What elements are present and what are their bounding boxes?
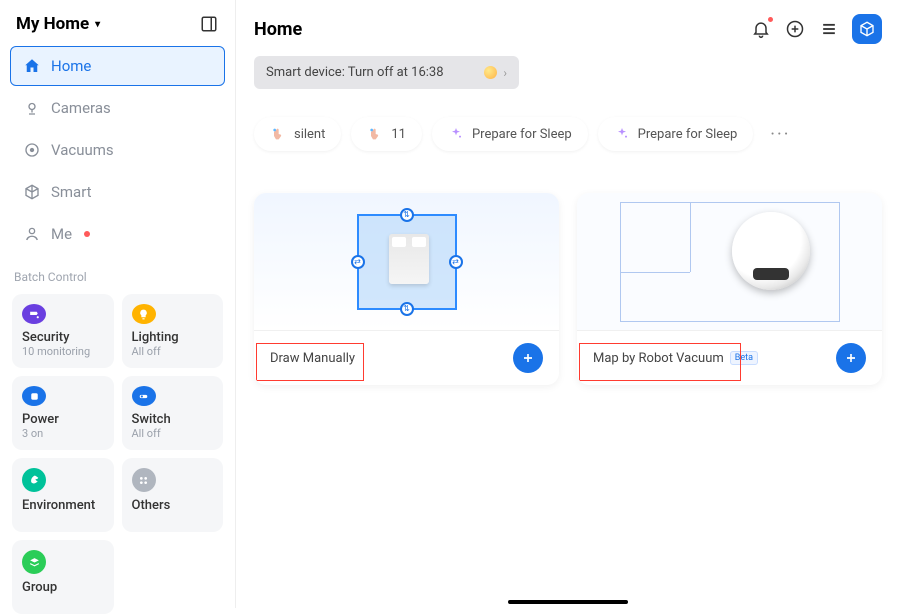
scene-pill-silent[interactable]: silent: [254, 117, 341, 151]
scene-pills: silent 11 Prepare for Sleep Prepare for …: [254, 117, 882, 151]
touch-icon: [270, 126, 286, 142]
add-map-button[interactable]: [836, 343, 866, 373]
card-title: Others: [132, 498, 214, 513]
scene-label: Prepare for Sleep: [472, 127, 572, 142]
resize-handle-bottom: ⇅: [400, 302, 414, 316]
draw-preview: ⇅ ⇅ ⇄ ⇄: [254, 193, 559, 330]
robot-vacuum-graphic: [732, 212, 810, 290]
map-preview: [577, 193, 882, 330]
panel-layout-icon[interactable]: [199, 14, 219, 34]
home-indicator: [508, 600, 628, 604]
home-icon: [23, 57, 41, 75]
add-draw-button[interactable]: [513, 343, 543, 373]
scene-label: 11: [391, 127, 406, 142]
resize-handle-left: ⇄: [351, 255, 365, 269]
sidebar-item-label: Home: [51, 57, 91, 75]
plug-icon: [22, 386, 46, 406]
banner-text: Smart device: Turn off at 16:38: [266, 65, 444, 80]
scene-pill-prepare-sleep-1[interactable]: Prepare for Sleep: [432, 117, 588, 151]
card-draw-manually[interactable]: ⇅ ⇅ ⇄ ⇄ Draw Manually: [254, 193, 559, 385]
notifications-icon[interactable]: [750, 18, 772, 40]
batch-control-label: Batch Control: [10, 270, 225, 294]
card-title: Power: [22, 412, 104, 427]
more-scenes-button[interactable]: ···: [763, 117, 797, 151]
home-title-text: My Home: [16, 14, 89, 34]
user-icon: [23, 225, 41, 243]
sidebar-item-smart[interactable]: Smart: [10, 172, 225, 212]
sidebar-item-label: Vacuums: [51, 141, 114, 159]
batch-card-environment[interactable]: Environment: [12, 458, 114, 532]
batch-card-lighting[interactable]: Lighting All off: [122, 294, 224, 368]
sparkle-icon: [448, 126, 464, 142]
grid-icon: [132, 468, 156, 492]
caret-down-icon: ▾: [95, 19, 100, 30]
3d-cube-button[interactable]: [852, 14, 882, 44]
sidebar-item-label: Smart: [51, 183, 92, 201]
layers-icon: [22, 550, 46, 574]
sidebar-item-home[interactable]: Home: [10, 46, 225, 86]
card-map-robot[interactable]: Map by Robot Vacuum Beta: [577, 193, 882, 385]
list-icon[interactable]: [818, 18, 840, 40]
batch-card-others[interactable]: Others: [122, 458, 224, 532]
card-title: Group: [22, 580, 104, 595]
sparkle-icon: [614, 126, 630, 142]
camera-fill-icon: [22, 304, 46, 324]
card-sub: All off: [132, 427, 214, 440]
card-title: Switch: [132, 412, 214, 427]
add-icon[interactable]: [784, 18, 806, 40]
smart-device-banner[interactable]: Smart device: Turn off at 16:38 ›: [254, 56, 519, 89]
bulb-icon: [132, 304, 156, 324]
sidebar-item-vacuums[interactable]: Vacuums: [10, 130, 225, 170]
batch-card-group[interactable]: Group: [12, 540, 114, 614]
beta-badge: Beta: [730, 351, 758, 365]
card-label: Draw Manually: [270, 351, 355, 366]
card-title: Security: [22, 330, 104, 345]
batch-grid: Security 10 monitoring Lighting All off …: [10, 294, 225, 614]
sidebar-item-cameras[interactable]: Cameras: [10, 88, 225, 128]
chevron-right-icon: ›: [503, 66, 507, 80]
vacuum-icon: [23, 141, 41, 159]
touch-icon: [367, 126, 383, 142]
sun-icon: [484, 66, 497, 79]
resize-handle-right: ⇄: [449, 255, 463, 269]
card-sub: All off: [132, 345, 214, 358]
home-dropdown[interactable]: My Home ▾: [16, 14, 100, 34]
scene-pill-11[interactable]: 11: [351, 117, 422, 151]
card-sub: 3 on: [22, 427, 104, 440]
sidebar-item-label: Me: [51, 225, 72, 243]
switch-icon: [132, 386, 156, 406]
camera-icon: [23, 99, 41, 117]
batch-card-switch[interactable]: Switch All off: [122, 376, 224, 450]
notification-dot: [84, 231, 90, 237]
notification-dot: [768, 17, 773, 22]
card-sub: 10 monitoring: [22, 345, 104, 358]
sidebar-item-label: Cameras: [51, 99, 111, 117]
sidebar-nav: Home Cameras Vacuums Smart Me: [10, 46, 225, 254]
card-title: Environment: [22, 498, 104, 513]
cube-icon: [23, 183, 41, 201]
scene-label: Prepare for Sleep: [638, 127, 738, 142]
card-title: Lighting: [132, 330, 214, 345]
sidebar-item-me[interactable]: Me: [10, 214, 225, 254]
page-title: Home: [254, 19, 302, 40]
leaf-icon: [22, 468, 46, 492]
resize-handle-top: ⇅: [400, 208, 414, 222]
scene-pill-prepare-sleep-2[interactable]: Prepare for Sleep: [598, 117, 754, 151]
scene-label: silent: [294, 127, 325, 142]
batch-card-security[interactable]: Security 10 monitoring: [12, 294, 114, 368]
batch-card-power[interactable]: Power 3 on: [12, 376, 114, 450]
card-label: Map by Robot Vacuum: [593, 351, 724, 366]
